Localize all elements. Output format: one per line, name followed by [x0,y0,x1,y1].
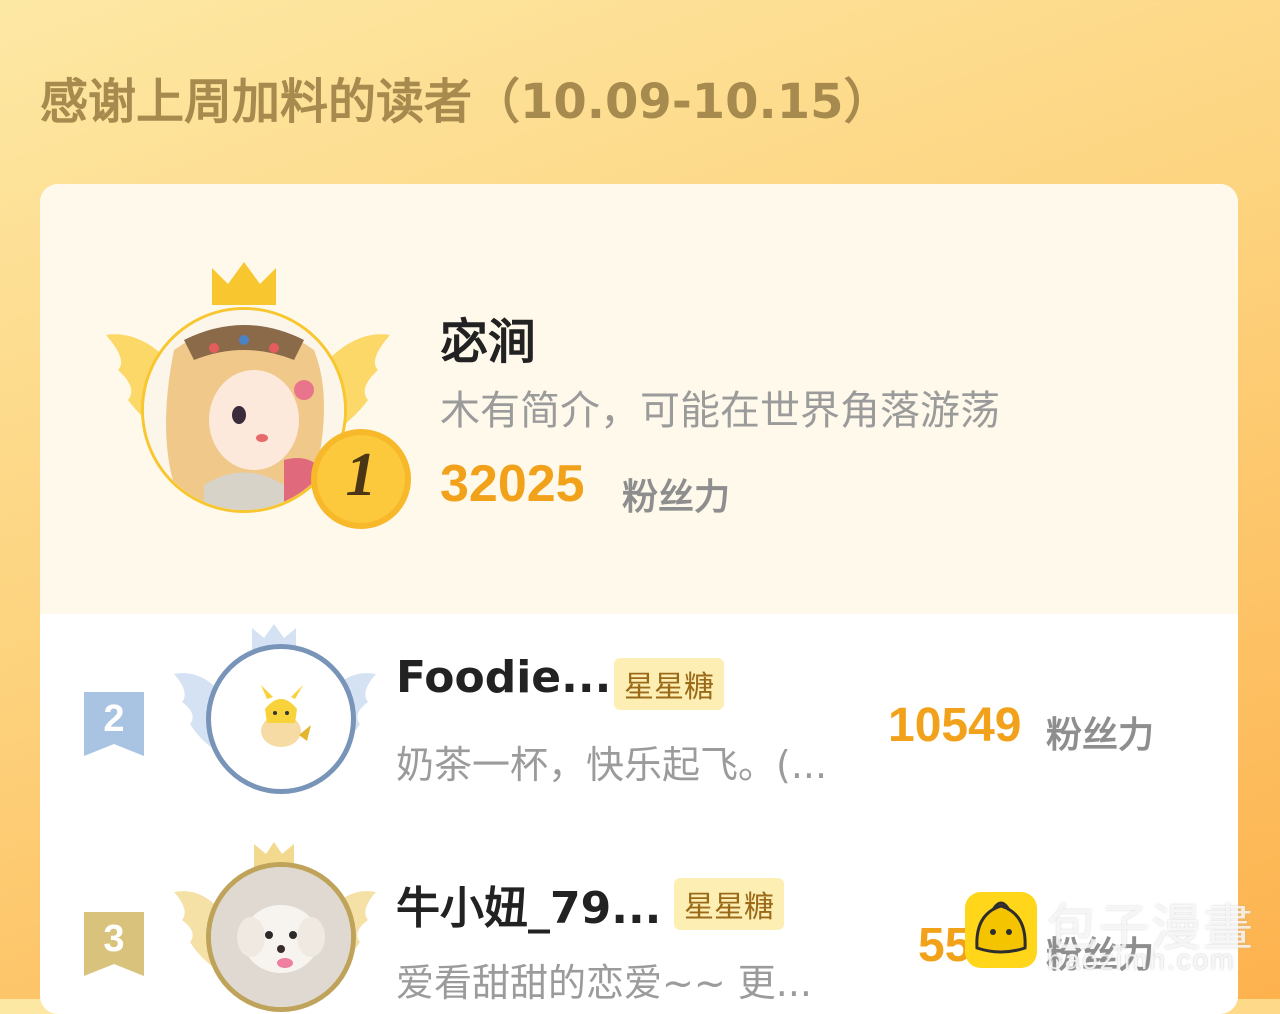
rank-2-name[interactable]: Foodie... [396,652,611,703]
rank-3-name[interactable]: 牛小妞_79... [396,872,661,936]
rank-2-score: 10549 [888,699,1022,752]
rank-3-number: 3 [103,918,125,960]
rank-2-avatar[interactable] [206,644,356,794]
rank-2-number: 2 [103,698,125,740]
rank-1-score: 32025 [440,455,585,513]
watermark: 包子漫畫 baozimh.com [965,890,1265,980]
rank-1-avatar-frame: 1 [98,260,411,540]
rank-2-bio: 奶茶一杯，快乐起飞。(... [396,743,828,787]
watermark-url: baozimh.com [1047,944,1236,975]
rank-1-bio: 木有简介，可能在世界角落游荡 [440,388,1000,434]
bun-icon [965,892,1037,968]
puppy-photo-icon [211,867,351,1007]
rank-2-badge: 星星糖 [614,658,724,710]
rank-3-score: 55 [918,919,972,972]
rank-3-avatar[interactable] [206,862,356,1012]
rank-2-entry[interactable]: 2 Foodie... 星星糖 奶茶一杯，快乐起飞。(... 10549 粉丝力 [40,614,1238,834]
rank-1-score-unit: 粉丝力 [622,477,731,518]
rank-1-number: 1 [345,441,377,509]
rank-2-score-unit: 粉丝力 [1046,715,1155,756]
page-title: 感谢上周加料的读者（10.09-10.15） [40,74,892,130]
pikachu-hamster-icon [261,685,311,747]
rank-1-name[interactable]: 宓涧 [440,302,536,372]
rank-3-flag: 3 [84,912,144,976]
rank-3-badge: 星星糖 [674,878,784,930]
rank-2-flag: 2 [84,692,144,756]
rank-1-entry[interactable]: 1 宓涧 木有简介，可能在世界角落游荡 32025 粉丝力 [40,184,1238,614]
